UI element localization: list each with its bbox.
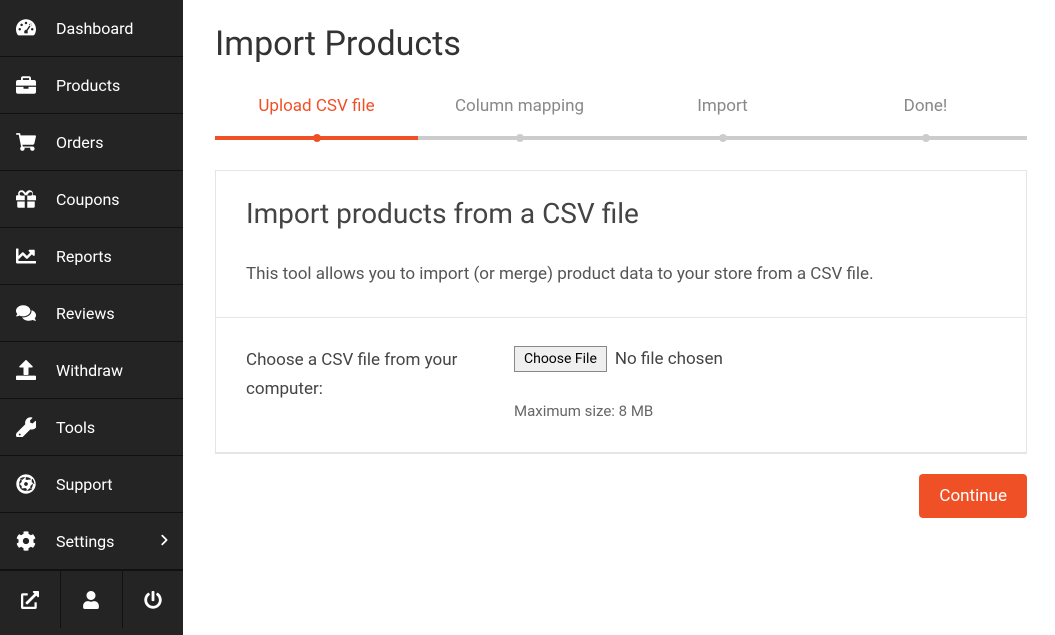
user-button[interactable]	[61, 571, 122, 628]
power-button[interactable]	[123, 571, 183, 628]
step-label: Done!	[904, 96, 948, 116]
briefcase-icon	[14, 75, 38, 95]
step-import[interactable]: Import	[621, 96, 824, 140]
sidebar-item-reports[interactable]: Reports	[0, 228, 183, 285]
sidebar-item-label: Support	[56, 475, 112, 494]
sidebar-item-label: Withdraw	[56, 361, 123, 380]
sidebar-item-dashboard[interactable]: Dashboard	[0, 0, 183, 57]
step-label: Upload CSV file	[258, 96, 374, 116]
step-label: Import	[697, 96, 748, 116]
sidebar-item-orders[interactable]: Orders	[0, 114, 183, 171]
choose-file-button[interactable]: Choose File	[514, 346, 607, 372]
card-title: Import products from a CSV file	[246, 197, 996, 230]
step-upload[interactable]: Upload CSV file	[215, 96, 418, 140]
main-content: Import Products Upload CSV file Column m…	[183, 0, 1055, 635]
chevron-right-icon	[159, 532, 169, 551]
external-link-button[interactable]	[0, 571, 61, 628]
sidebar-item-reviews[interactable]: Reviews	[0, 285, 183, 342]
sidebar-item-label: Tools	[56, 418, 95, 437]
file-hint: Maximum size: 8 MB	[514, 402, 996, 420]
continue-button[interactable]: Continue	[919, 474, 1027, 518]
steps-nav: Upload CSV file Column mapping Import Do…	[215, 96, 1027, 140]
file-status: No file chosen	[615, 349, 723, 369]
sidebar-item-label: Reports	[56, 247, 112, 266]
sidebar-item-label: Reviews	[56, 304, 115, 323]
comments-icon	[14, 303, 38, 323]
sidebar-item-support[interactable]: Support	[0, 456, 183, 513]
wrench-icon	[14, 417, 38, 437]
gear-icon	[14, 531, 38, 551]
sidebar-item-label: Dashboard	[56, 19, 133, 38]
upload-icon	[14, 360, 38, 380]
sidebar-bottom	[0, 570, 183, 628]
import-card: Import products from a CSV file This too…	[215, 170, 1027, 454]
sidebar: Dashboard Products Orders Coupons Report…	[0, 0, 183, 635]
file-row: Choose a CSV file from your computer: Ch…	[216, 317, 1026, 453]
card-description: This tool allows you to import (or merge…	[246, 260, 996, 289]
actions: Continue	[215, 474, 1027, 518]
step-mapping[interactable]: Column mapping	[418, 96, 621, 140]
cart-icon	[14, 132, 38, 152]
life-ring-icon	[14, 474, 38, 494]
sidebar-item-label: Products	[56, 76, 120, 95]
step-done[interactable]: Done!	[824, 96, 1027, 140]
sidebar-item-label: Settings	[56, 532, 114, 551]
chart-icon	[14, 246, 38, 266]
page-title: Import Products	[215, 24, 1027, 64]
step-label: Column mapping	[455, 96, 584, 116]
card-header: Import products from a CSV file This too…	[216, 171, 1026, 317]
sidebar-item-withdraw[interactable]: Withdraw	[0, 342, 183, 399]
sidebar-item-products[interactable]: Products	[0, 57, 183, 114]
sidebar-item-settings[interactable]: Settings	[0, 513, 183, 570]
file-label: Choose a CSV file from your computer:	[246, 346, 514, 420]
sidebar-item-coupons[interactable]: Coupons	[0, 171, 183, 228]
sidebar-item-label: Orders	[56, 133, 103, 152]
dashboard-icon	[14, 18, 38, 38]
file-input-wrap: Choose File No file chosen	[514, 346, 996, 372]
file-control: Choose File No file chosen Maximum size:…	[514, 346, 996, 420]
gift-icon	[14, 189, 38, 209]
sidebar-item-tools[interactable]: Tools	[0, 399, 183, 456]
sidebar-item-label: Coupons	[56, 190, 120, 209]
